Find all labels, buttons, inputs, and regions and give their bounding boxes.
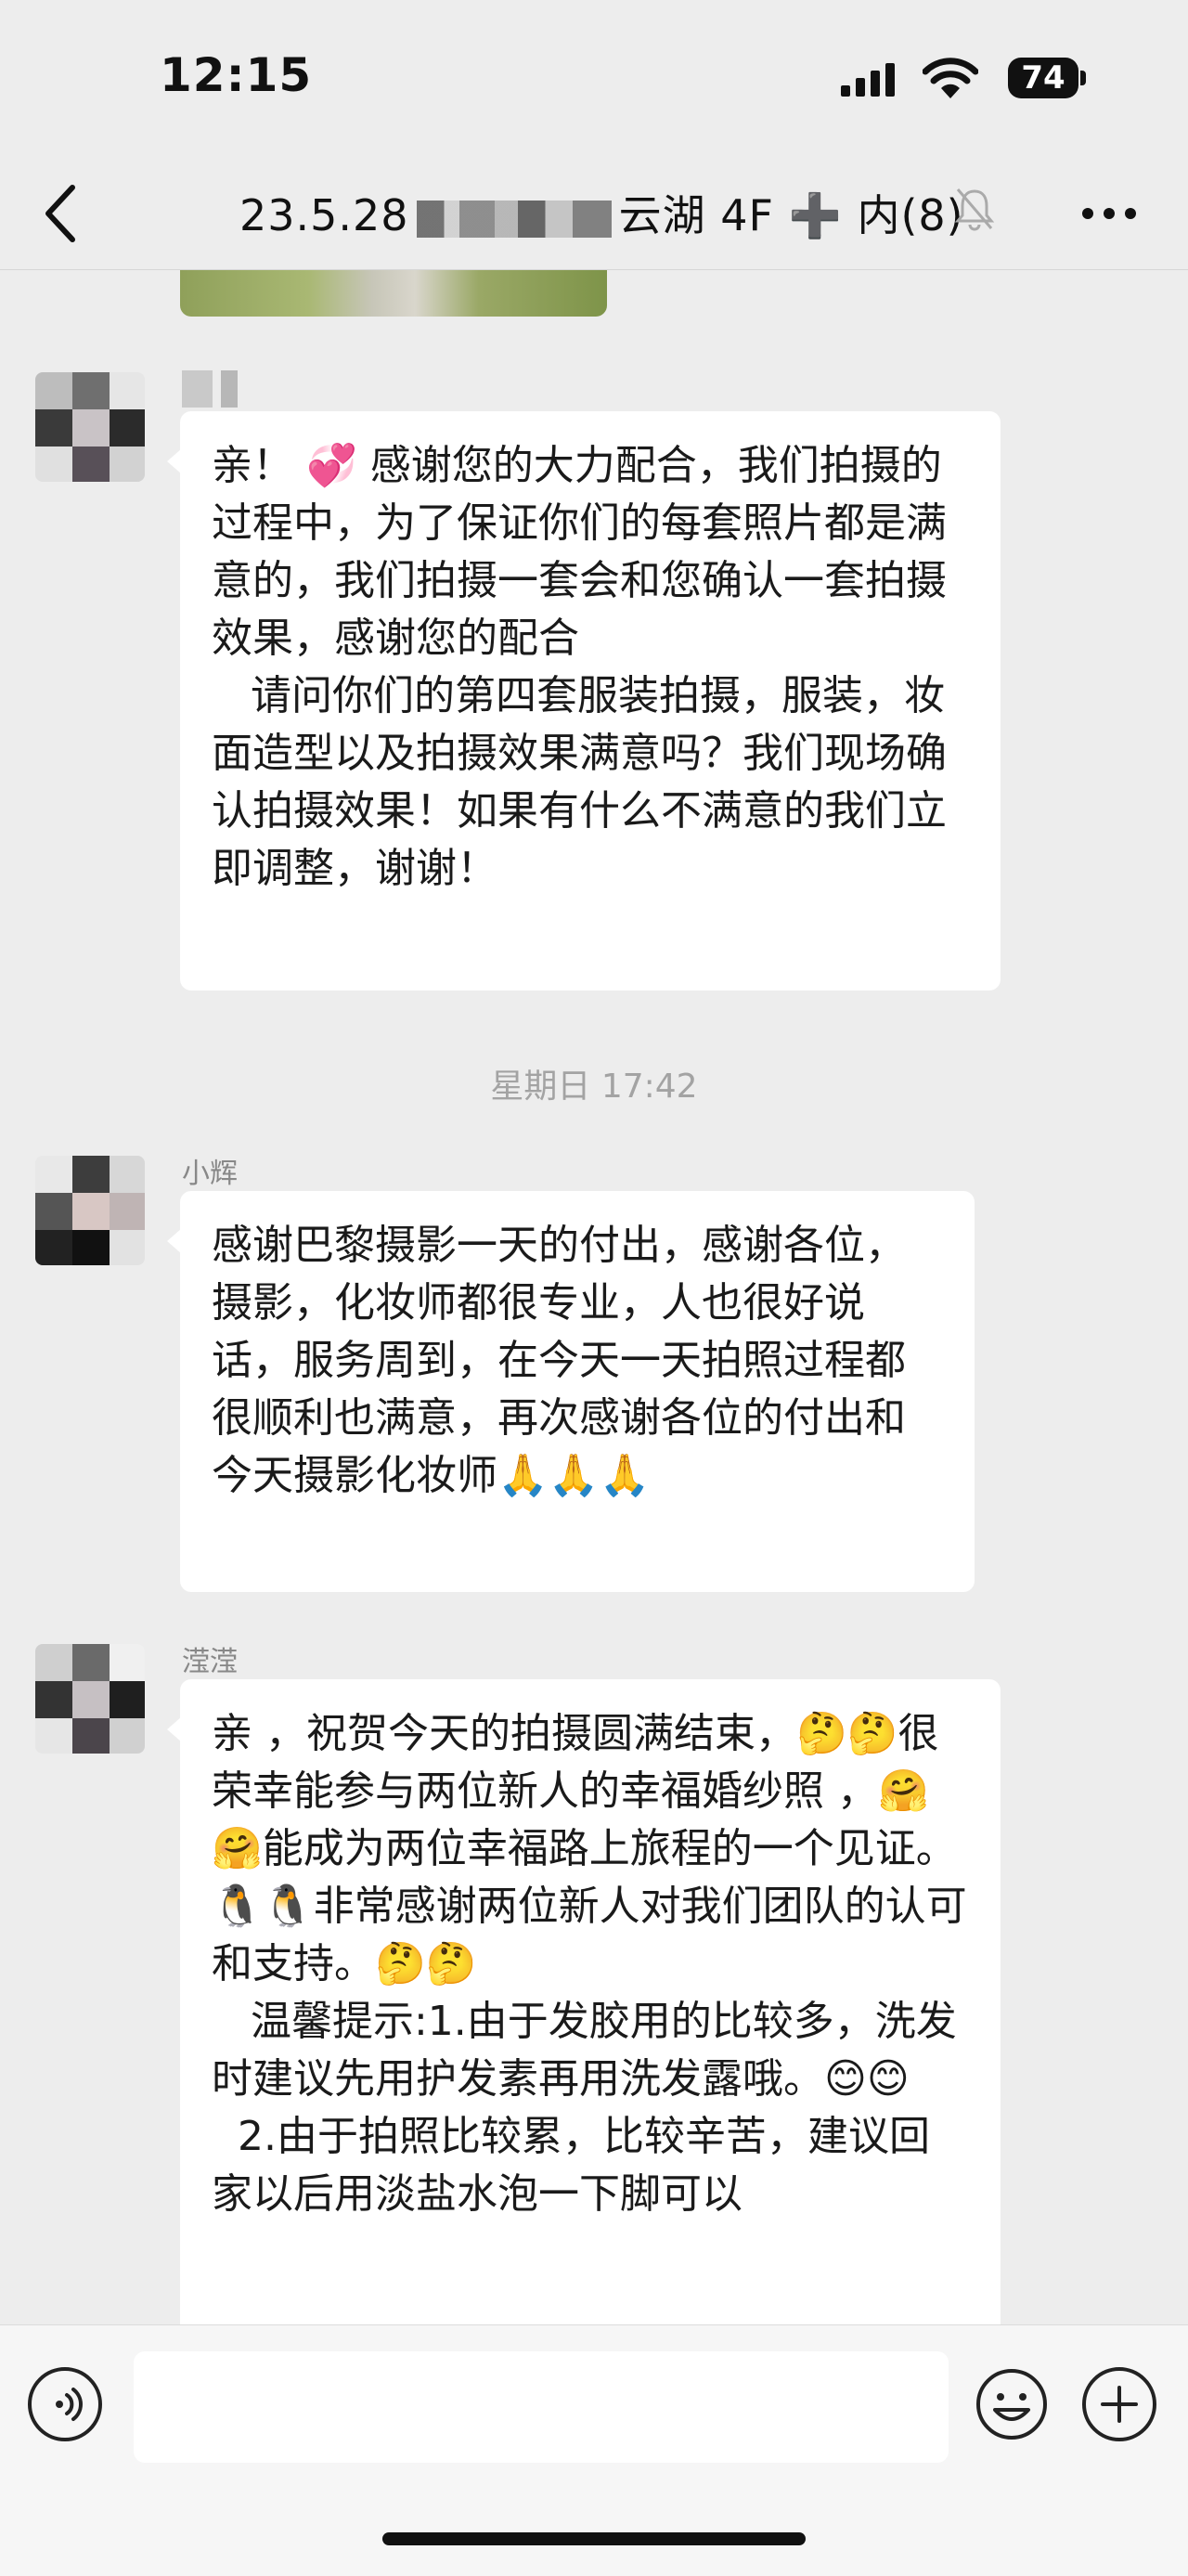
message-bubble[interactable]: 感谢巴黎摄影一天的付出，感谢各位，摄影，化妆师都很专业，人也很好说话，服务周到，… [167,1191,975,1592]
avatar[interactable] [35,1644,145,1754]
image-message[interactable] [180,270,607,317]
battery-cap [1080,71,1086,85]
chat-title-end: 云湖 4F ➕ 内(8) [618,190,964,240]
chat-messages: 亲！ 💞 感谢您的大力配合，我们拍摄的过程中，为了保证你们的每套照片都是满意的，… [0,270,1188,2324]
battery-level: 74 [1021,59,1065,97]
timestamp: 星期日 17:42 [490,1068,698,1106]
avatar[interactable] [35,372,145,482]
smiley-icon[interactable] [975,2367,1049,2441]
chevron-left-icon[interactable] [35,178,91,249]
message-bubble[interactable]: 亲 ，祝贺今天的拍摄圆满结束，🤔🤔很荣幸能参与两位新人的幸福婚纱照 ，🤗🤗能成为… [167,1679,1001,2324]
chat-title[interactable]: 23.5.28 云湖 4F ➕ 内(8) [239,182,964,243]
wifi-icon [923,58,978,98]
avatar[interactable] [35,1156,145,1265]
title-mosaic [416,200,612,238]
bell-slash-icon [954,188,995,231]
battery-icon: 74 [1008,58,1078,98]
message-input[interactable] [134,2351,949,2463]
sender-name: 滢滢 [182,1646,238,1678]
home-indicator[interactable] [382,2532,806,2545]
chat-header: 23.5.28 云湖 4F ➕ 内(8) [0,158,1188,270]
status-time: 12:15 [160,48,313,102]
message-bubble[interactable]: 亲！ 💞 感谢您的大力配合，我们拍摄的过程中，为了保证你们的每套照片都是满意的，… [167,411,1001,990]
voice-icon[interactable] [28,2367,102,2441]
signal-icon [841,63,895,97]
plus-icon[interactable] [1082,2367,1156,2441]
chat-title-start: 23.5.28 [239,190,409,240]
sender-name-mosaic [182,370,238,408]
sender-name: 小辉 [182,1158,238,1190]
ellipsis-icon[interactable] [1077,191,1142,236]
status-bar: 12:15 74 [0,0,1188,158]
